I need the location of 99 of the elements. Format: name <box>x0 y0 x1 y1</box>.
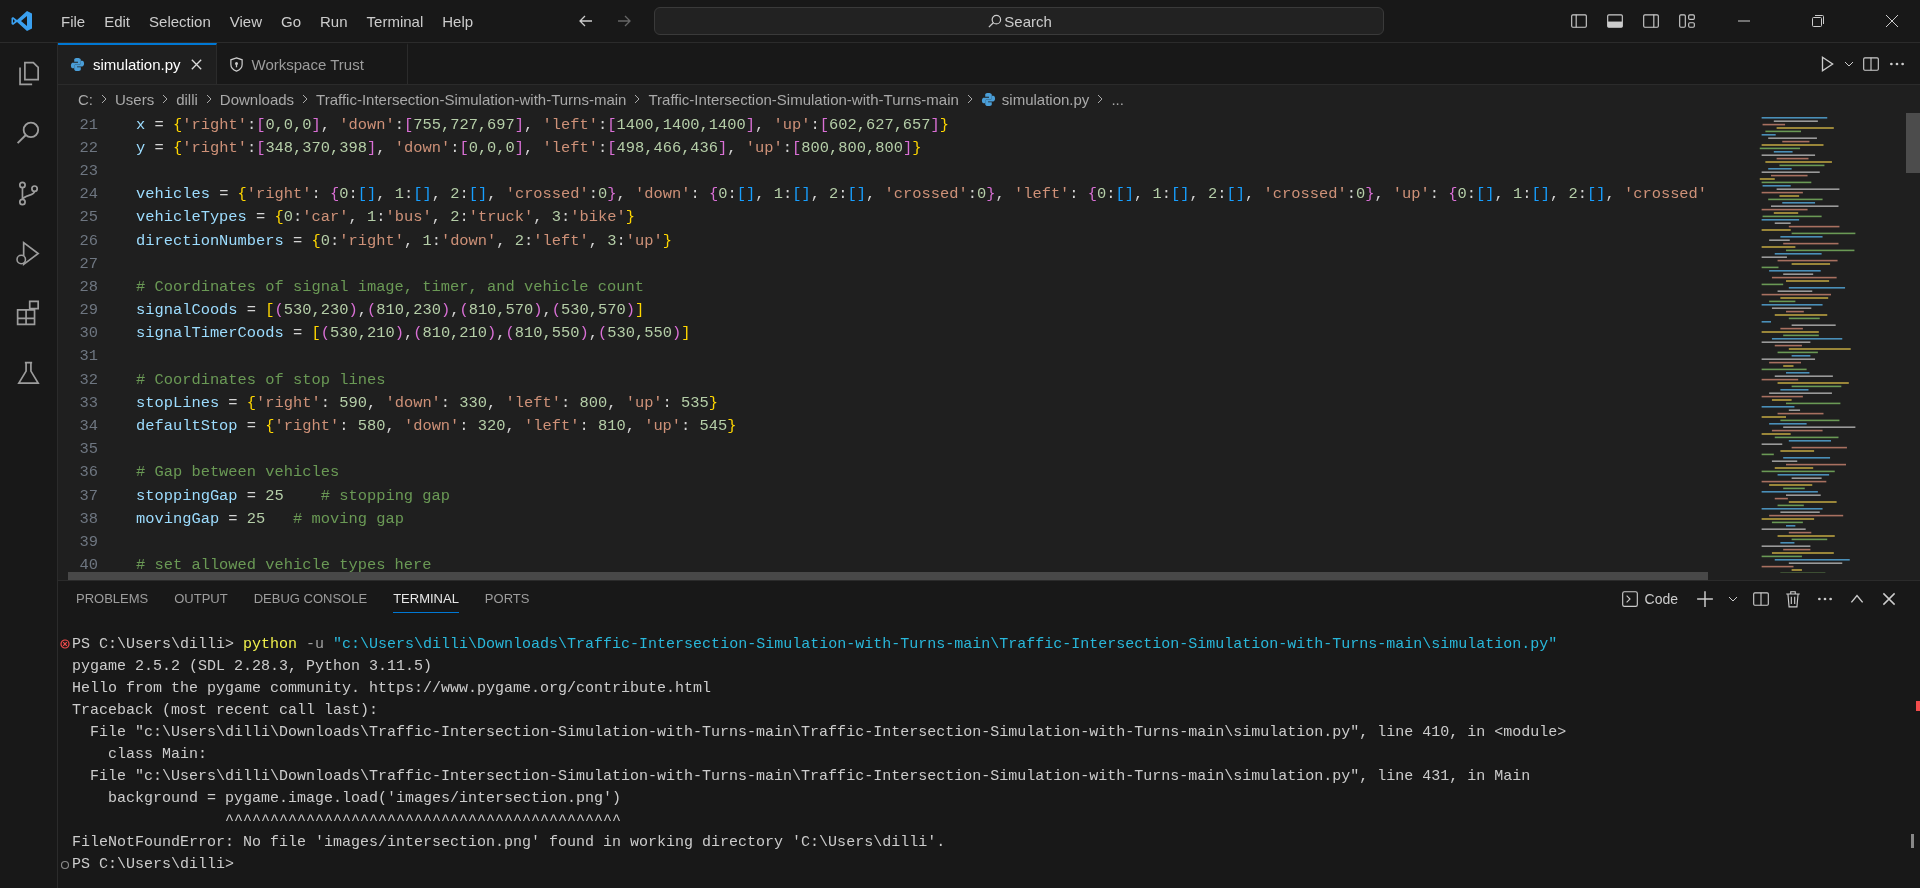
close-icon[interactable] <box>1884 13 1900 29</box>
secondary-sidebar-icon[interactable] <box>1642 12 1660 30</box>
terminal-line: FileNotFoundError: No file 'images/intersection.png' found in working directory 'C:\Users\dilli'. <box>72 834 946 852</box>
code-line: vehicles = {'right': {0:[], 1:[], 2:[], 'crossed':0}, 'down': {0:[], 1:[], 2:[], 'crossed':0}, 'left': {0:[], 1:[], 2:[], 'crossed':0}, 'up': {0:[], 1:[], 2:[], 'crossed' <box>136 185 1708 204</box>
breadcrumb-item[interactable]: Users <box>115 90 155 108</box>
code-line: vehicleTypes = {0:'car', 1:'bus', 2:'truck', 3:'bike'} <box>136 208 635 227</box>
shield-icon <box>228 57 244 72</box>
menu-item[interactable]: Edit <box>95 8 140 34</box>
terminal-line: background = pygame.image.load('images/intersection.png') <box>107 790 622 808</box>
terminal-line: pygame 2.5.2 (SDL 2.28.3, Python 3.11.5) <box>72 657 433 675</box>
breadcrumb-item[interactable]: simulation.py <box>1001 90 1090 108</box>
line-number: 24 <box>78 185 98 204</box>
menu-item[interactable]: Help <box>433 8 483 34</box>
sidebar-toggle-icon[interactable] <box>1570 12 1588 30</box>
breadcrumb-item[interactable]: Traffic-Intersection-Simulation-with-Turns-main <box>316 90 627 108</box>
code-line: # Coordinates of signal image, timer, and vehicle count <box>136 277 644 296</box>
terminal-name[interactable]: Code <box>1644 591 1678 607</box>
line-number: 22 <box>78 138 98 157</box>
line-number: 29 <box>78 301 98 320</box>
line-number: 40 <box>78 556 98 575</box>
editor-tab[interactable]: simulation.py <box>58 43 217 84</box>
terminal-line: File "c:\Users\dilli\Downloads\Traffic-Intersection-Simulation-with-Turns-main\Traffic-Intersection-Simulation-with-Turns-main\simulation.py", line 410, in <module> <box>89 723 1567 741</box>
code-line: defaultStop = {'right': 580, 'down': 320, 'left': 810, 'up': 545} <box>136 417 737 436</box>
plus-icon[interactable] <box>1696 590 1714 608</box>
panel-toggle-icon[interactable] <box>1606 12 1624 30</box>
vertical-scrollbar[interactable] <box>1906 113 1920 173</box>
line-number: 39 <box>78 532 98 551</box>
terminal-line: Hello from the pygame community. https://www.pygame.org/contribute.html <box>72 679 712 697</box>
line-number: 28 <box>78 277 98 296</box>
code-line: movingGap = 25 # moving gap <box>136 509 404 528</box>
menu-item[interactable]: File <box>52 8 95 34</box>
menu-item[interactable]: Run <box>311 8 357 34</box>
terminal-line: ^^^^^^^^^^^^^^^^^^^^^^^^^^^^^^^^^^^^^^^^^^^^ <box>224 812 622 830</box>
horizontal-scrollbar[interactable] <box>68 572 1708 580</box>
line-number: 26 <box>78 231 98 250</box>
breadcrumb-item[interactable]: Traffic-Intersection-Simulation-with-Turns-main <box>648 90 959 108</box>
code-line: # set allowed vehicle types here <box>136 556 432 575</box>
terminal-line: Traceback (most recent call last): <box>72 701 379 719</box>
menu-item[interactable]: Selection <box>140 8 220 34</box>
menu-item[interactable]: View <box>220 8 271 34</box>
code-line: signalCoods = [(530,230),(810,230),(810,570),(530,570)] <box>136 301 645 320</box>
error-circle-icon[interactable] <box>60 639 70 650</box>
breadcrumb-item[interactable]: C: <box>78 90 93 108</box>
panel-tab[interactable]: DEBUG CONSOLE <box>253 585 368 613</box>
breadcrumb-item[interactable]: Downloads <box>219 90 295 108</box>
chevron-down-icon[interactable] <box>1728 594 1738 604</box>
line-number: 35 <box>78 440 98 459</box>
terminal-icon <box>1620 590 1639 608</box>
code-line: stoppingGap = 25 # stopping gap <box>136 486 451 505</box>
code-line: directionNumbers = {0:'right', 1:'down', 2:'left', 3:'up'} <box>136 231 672 250</box>
line-number: 33 <box>78 393 98 412</box>
line-number: 25 <box>78 208 98 227</box>
line-number: 36 <box>78 463 98 482</box>
split-editor-icon[interactable] <box>1862 54 1880 73</box>
menu-item[interactable]: Go <box>272 8 310 34</box>
line-number: 38 <box>78 509 98 528</box>
layout-icon[interactable] <box>1678 12 1696 30</box>
line-number: 37 <box>78 486 98 505</box>
line-number: 23 <box>78 161 98 180</box>
error-marker <box>1916 701 1920 711</box>
close-icon[interactable] <box>1880 590 1898 608</box>
code-line: stopLines = {'right': 590, 'down': 330, 'left': 800, 'up': 535} <box>136 393 719 412</box>
terminal-line: File "c:\Users\dilli\Downloads\Traffic-Intersection-Simulation-with-Turns-main\Traffic-Intersection-Simulation-with-Turns-main\simulation.py", line 431, in Main <box>89 768 1531 786</box>
panel-tab[interactable]: TERMINAL <box>393 585 459 613</box>
trash-icon[interactable] <box>1784 590 1802 608</box>
back-arrow-icon[interactable] <box>578 13 595 29</box>
search-icon <box>987 14 1003 29</box>
code-line: y = {'right':[348,370,398], 'down':[0,0,0], 'left':[498,466,436], 'up':[800,800,800]} <box>136 138 922 157</box>
editor-tab[interactable]: Workspace Trust <box>216 43 408 84</box>
breadcrumb-item[interactable]: ... <box>1111 90 1124 108</box>
python-file-icon <box>980 91 996 107</box>
panel-tab[interactable]: PORTS <box>484 585 530 613</box>
breadcrumb-item[interactable]: dilli <box>176 90 198 108</box>
line-number: 34 <box>78 417 98 436</box>
panel-tab[interactable]: OUTPUT <box>174 585 228 613</box>
split-terminal-icon[interactable] <box>1752 590 1770 608</box>
search-field[interactable]: Search <box>654 7 1385 35</box>
code-line: signalTimerCoods = [(530,210),(810,210),(810,550),(530,550)] <box>136 324 691 343</box>
code-line: # Coordinates of stop lines <box>136 370 386 389</box>
terminal-line: class Main: <box>107 746 208 763</box>
line-number: 32 <box>78 370 98 389</box>
panel-tab[interactable]: PROBLEMS <box>76 585 149 613</box>
chevron-right-icon <box>99 94 109 104</box>
circle-icon[interactable] <box>60 860 70 870</box>
run-debug-icon[interactable] <box>14 239 43 268</box>
restore-icon[interactable] <box>1810 13 1826 29</box>
line-number: 21 <box>78 115 98 134</box>
forward-arrow-icon[interactable] <box>616 13 633 29</box>
code-line: x = {'right':[0,0,0], 'down':[755,727,697], 'left':[1400,1400,1400], 'up':[602,627,657]} <box>136 115 950 134</box>
code-line: # Gap between vehicles <box>136 463 340 482</box>
terminal-line: PS C:\Users\dilli> python -u "c:\Users\dilli\Downloads\Traffic-Intersection-Simulation-with-Turns-main\Traffic-Intersection-Simulation-with-Turns-main\simulation.py" <box>72 635 1558 653</box>
terminal-scrollbar[interactable] <box>1911 834 1914 848</box>
python-file-icon <box>70 57 85 72</box>
app-logo <box>10 9 34 33</box>
line-number: 31 <box>78 347 98 366</box>
line-number: 27 <box>78 254 98 273</box>
line-number: 30 <box>78 324 98 343</box>
menu-item[interactable]: Terminal <box>357 8 433 34</box>
terminal-line: PS C:\Users\dilli> <box>72 856 235 874</box>
